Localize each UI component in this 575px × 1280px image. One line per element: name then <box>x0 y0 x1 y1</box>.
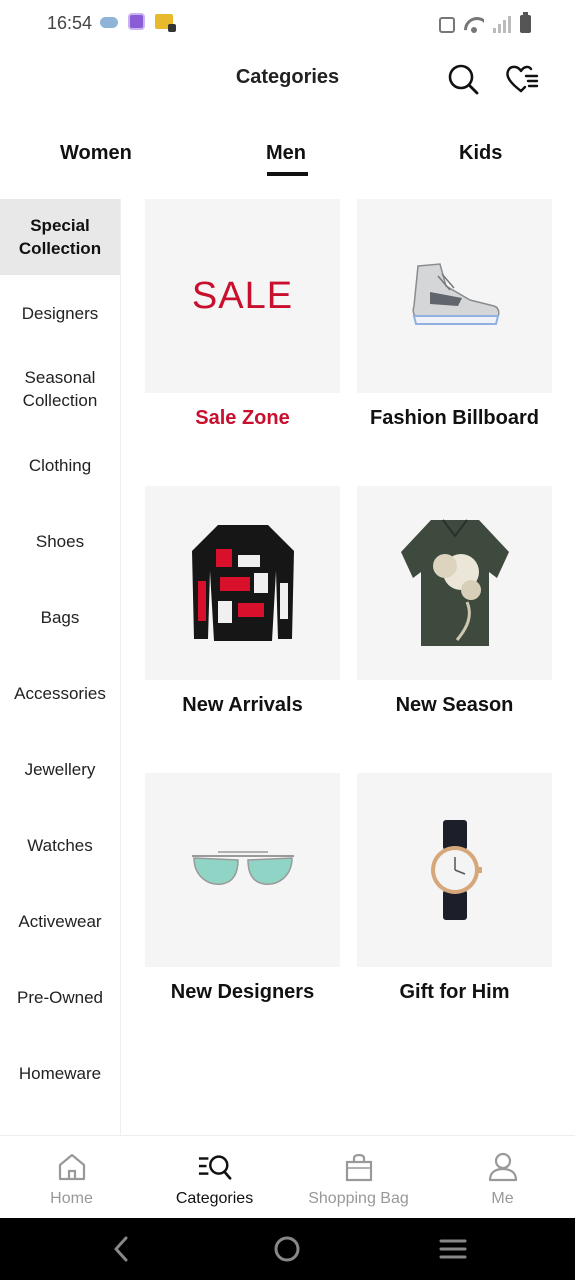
search-icon <box>448 64 479 95</box>
wifi-icon <box>464 17 484 33</box>
sale-banner: SALE <box>145 199 340 393</box>
gender-tabs: Women Men Kids <box>0 128 575 184</box>
notification-icons <box>100 13 176 32</box>
home-icon <box>55 1150 89 1184</box>
sidebar-item-watches[interactable]: Watches <box>0 807 120 883</box>
app-header: Categories <box>0 48 575 112</box>
vibrate-icon <box>439 17 455 33</box>
system-status-icons <box>439 12 531 33</box>
sneaker-image <box>357 199 552 393</box>
nav-categories[interactable]: Categories <box>143 1136 286 1219</box>
nav-label: Me <box>491 1190 514 1207</box>
sidebar-item-jewellery[interactable]: Jewellery <box>0 731 120 807</box>
wishlist-button[interactable] <box>505 62 539 96</box>
tile-label: New Designers <box>170 981 315 1003</box>
tile-new-arrivals[interactable]: New Arrivals <box>145 486 340 726</box>
battery-icon <box>520 12 531 33</box>
recents-menu-icon <box>439 1239 467 1259</box>
search-button[interactable] <box>446 62 480 96</box>
tile-label: New Season <box>395 694 514 716</box>
sidebar-item-pre-owned[interactable]: Pre-Owned <box>0 959 120 1035</box>
category-sidebar: Special Collection Designers Seasonal Co… <box>0 199 121 1135</box>
tile-new-designers[interactable]: New Designers <box>145 773 340 1013</box>
sidebar-item-designers[interactable]: Designers <box>0 275 120 351</box>
system-navigation-bar <box>0 1218 575 1280</box>
system-back-button[interactable] <box>104 1234 138 1264</box>
tab-kids[interactable]: Kids <box>459 142 502 165</box>
tile-label: Fashion Billboard <box>370 407 539 429</box>
sidebar-item-homeware[interactable]: Homeware <box>0 1035 120 1111</box>
tile-gift-for-him[interactable]: Gift for Him <box>357 773 552 1013</box>
active-tab-indicator <box>267 172 308 176</box>
tile-sale-zone[interactable]: SALE Sale Zone <box>145 199 340 439</box>
cloud-icon <box>100 17 118 28</box>
sunglasses-image <box>145 773 340 967</box>
nav-me[interactable]: Me <box>431 1136 574 1219</box>
wishlist-heart-icon <box>506 65 539 93</box>
signal-icon <box>493 16 511 33</box>
bottom-navigation: Home Categories Shopping Bag Me <box>0 1135 575 1218</box>
nav-label: Shopping Bag <box>308 1190 409 1207</box>
floral-shirt-image <box>357 486 552 680</box>
profile-icon <box>486 1150 520 1184</box>
watch-image <box>357 773 552 967</box>
system-recents-button[interactable] <box>436 1234 470 1264</box>
system-home-button[interactable] <box>270 1234 304 1264</box>
folder-notification-icon <box>155 14 176 32</box>
nav-home[interactable]: Home <box>0 1136 143 1219</box>
home-circle-icon <box>274 1236 300 1262</box>
tile-label: Sale Zone <box>195 407 290 429</box>
sidebar-item-accessories[interactable]: Accessories <box>0 655 120 731</box>
status-bar: 16:54 <box>0 0 575 48</box>
sidebar-item-shoes[interactable]: Shoes <box>0 503 120 579</box>
sale-banner-text: SALE <box>191 274 294 317</box>
back-chevron-icon <box>114 1236 128 1262</box>
sidebar-item-activewear[interactable]: Activewear <box>0 883 120 959</box>
status-time: 16:54 <box>47 13 93 33</box>
sidebar-item-bags[interactable]: Bags <box>0 579 120 655</box>
tile-fashion-billboard[interactable]: Fashion Billboard <box>357 199 552 439</box>
tab-women[interactable]: Women <box>60 142 132 165</box>
sidebar-item-special-collection[interactable]: Special Collection <box>0 199 120 275</box>
sidebar-item-clothing[interactable]: Clothing <box>0 427 120 503</box>
shopping-bag-icon <box>342 1150 376 1184</box>
app-notification-icon <box>128 13 145 30</box>
tile-label: New Arrivals <box>182 694 303 716</box>
nav-shopping-bag[interactable]: Shopping Bag <box>287 1136 430 1219</box>
nav-label: Home <box>50 1190 93 1207</box>
tab-men[interactable]: Men <box>266 142 306 165</box>
nav-label: Categories <box>175 1190 254 1207</box>
sweater-image <box>145 486 340 680</box>
page-title: Categories <box>235 66 340 88</box>
tile-label: Gift for Him <box>399 981 510 1003</box>
sidebar-item-seasonal-collection[interactable]: Seasonal Collection <box>0 351 120 427</box>
categories-search-icon <box>198 1150 232 1184</box>
tile-new-season[interactable]: New Season <box>357 486 552 726</box>
